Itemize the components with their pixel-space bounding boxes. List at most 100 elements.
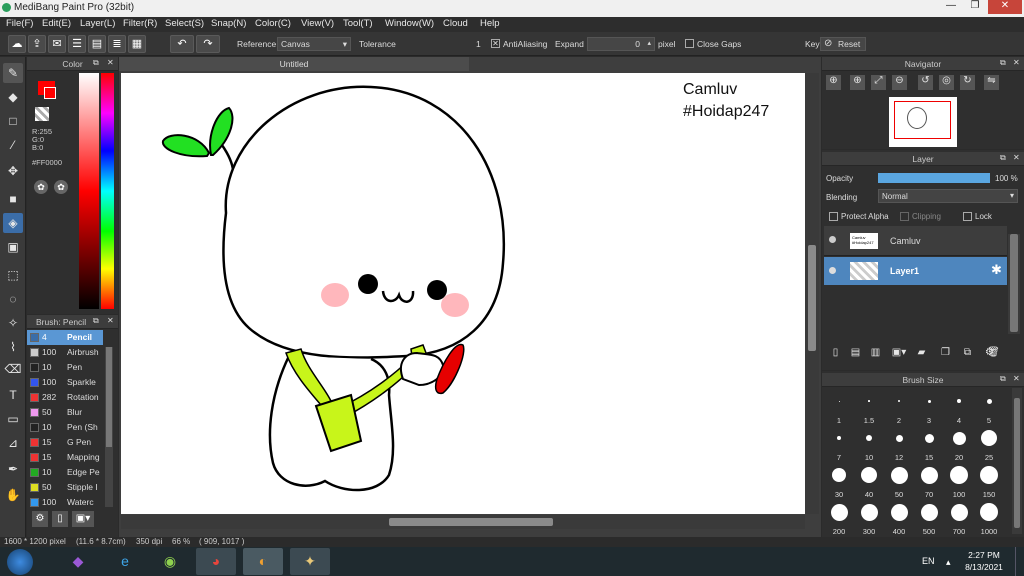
brush-size-option[interactable]: 50 [884, 461, 914, 499]
document-tab[interactable]: Untitled [119, 57, 469, 71]
brush-size-option[interactable]: 40 [854, 461, 884, 499]
clock[interactable]: 2:27 PM 8/13/2021 [962, 550, 1006, 572]
comment-icon[interactable]: ✉ [48, 35, 66, 53]
brush-item[interactable]: 10 Pen (Sh [27, 420, 103, 435]
menu-snap[interactable]: Snap(N) [211, 18, 246, 29]
brush-item[interactable]: 50 Stipple I [27, 480, 103, 495]
rectangle-tool-icon[interactable]: □ [3, 111, 23, 131]
language-indicator[interactable]: EN [922, 556, 935, 566]
secondary-color-swatch[interactable] [44, 87, 56, 99]
divide-tool-icon[interactable]: ▭ [3, 409, 23, 429]
menu-window[interactable]: Window(W) [385, 18, 434, 29]
visibility-icon[interactable] [829, 267, 836, 274]
eraser-tool-icon[interactable]: ◆ [3, 87, 23, 107]
menu-layer[interactable]: Layer(L) [80, 18, 115, 29]
close-button[interactable]: ✕ [988, 0, 1022, 14]
new-layer-icon[interactable]: ▯ [828, 347, 843, 362]
menu-color[interactable]: Color(C) [255, 18, 291, 29]
drawing-canvas[interactable]: Camluv #Hoidap247 [121, 73, 805, 514]
menu-file[interactable]: File(F) [6, 18, 33, 29]
brush-list-scrollbar[interactable] [105, 347, 113, 507]
coccoc-browser-icon[interactable]: ◉ [150, 548, 190, 575]
brush-size-option[interactable]: 2 [884, 387, 914, 425]
brush-item[interactable]: 15 Mapping [27, 450, 103, 465]
duplicate-layer-icon[interactable]: ❐ [938, 347, 953, 362]
reference-select[interactable]: Canvas ▾ [277, 37, 351, 51]
visibility-icon[interactable] [829, 236, 836, 243]
brush-item[interactable]: 100 Sparkle [27, 375, 103, 390]
navigator-preview[interactable] [889, 97, 957, 147]
visual-studio-icon[interactable]: ◆ [58, 548, 98, 575]
eyedropper-tool-icon[interactable]: ⊿ [3, 433, 23, 453]
brush-size-option[interactable]: 1 [824, 387, 854, 425]
brush-item[interactable]: 282 Rotation [27, 390, 103, 405]
transparent-color-swatch[interactable] [35, 107, 49, 121]
select-pen-tool-icon[interactable]: ⌇ [3, 337, 23, 357]
brush-item[interactable]: 4 Pencil [27, 330, 103, 345]
brightness-bar[interactable] [79, 73, 99, 309]
new-halftone-layer-icon[interactable]: ▤ [848, 347, 863, 362]
brush-size-option[interactable]: 15 [914, 424, 944, 462]
folder-icon[interactable]: ▰ [914, 347, 929, 362]
menu-edit[interactable]: Edit(E) [42, 18, 71, 29]
reset-view-icon[interactable]: ◎ [939, 75, 954, 90]
clipping-checkbox[interactable] [900, 212, 909, 221]
brush-size-option[interactable]: 200 [824, 498, 854, 536]
start-button-icon[interactable] [7, 549, 33, 575]
brush-size-option[interactable]: 700 [944, 498, 974, 536]
palette-icon[interactable]: ✿ [34, 180, 48, 194]
close-panel-icon[interactable]: ✕ [1013, 374, 1020, 383]
brush-size-option[interactable]: 10 [854, 424, 884, 462]
menu-view[interactable]: View(V) [301, 18, 334, 29]
brush-item[interactable]: 10 Edge Pe [27, 465, 103, 480]
text-tool-icon[interactable]: T [3, 385, 23, 405]
fit-screen-icon[interactable]: ⤢ [871, 75, 886, 90]
stepper-icon[interactable]: ▴ [647, 39, 651, 47]
medibang-taskbar-icon[interactable]: ◐ [243, 548, 283, 575]
close-panel-icon[interactable]: ✕ [1013, 153, 1020, 162]
scrollbar-thumb[interactable] [1010, 234, 1018, 332]
maximize-button[interactable]: ❐ [964, 0, 986, 14]
cloud-icon[interactable]: ☁ [8, 35, 26, 53]
minimize-button[interactable]: — [940, 0, 962, 14]
layer-row-layer1[interactable]: Layer1 ✱ [824, 257, 1007, 285]
brush-size-option[interactable]: 1000 [974, 498, 1004, 536]
magic-wand-tool-icon[interactable]: ✧ [3, 313, 23, 333]
brush-item[interactable]: 100 Airbrush [27, 345, 103, 360]
zoom-plus-icon[interactable]: ⊕ [850, 75, 865, 90]
popout-icon[interactable]: ⧉ [1000, 58, 1006, 68]
antialiasing-checkbox[interactable]: ✕ [491, 39, 500, 48]
brush-size-option[interactable]: 4 [944, 387, 974, 425]
settings-list-icon[interactable]: ≣ [108, 35, 126, 53]
redo-icon[interactable]: ↷ [196, 35, 220, 53]
bucket-tool-icon[interactable]: ◈ [3, 213, 23, 233]
paint-icon[interactable]: ✦ [290, 548, 330, 575]
select-eraser-tool-icon[interactable]: ⌫ [3, 359, 23, 379]
layer-scrollbar[interactable] [1008, 234, 1020, 334]
add-brush-icon[interactable]: ▣▾ [72, 511, 94, 527]
brush-size-option[interactable]: 25 [974, 424, 1004, 462]
palette-settings-icon[interactable]: ✿ [54, 180, 68, 194]
chevron-up-icon[interactable]: ▴ [946, 557, 951, 568]
brush-size-option[interactable]: 70 [914, 461, 944, 499]
brush-size-option[interactable]: 7 [824, 424, 854, 462]
horizontal-scrollbar[interactable] [121, 515, 805, 529]
add-layer-menu-icon[interactable]: ▣▾ [888, 347, 910, 362]
vertical-scrollbar-thumb[interactable] [808, 245, 816, 351]
brush-size-option[interactable]: 100 [944, 461, 974, 499]
brush-size-option[interactable]: 150 [974, 461, 1004, 499]
brush-size-option[interactable]: 500 [914, 498, 944, 536]
brush-size-option[interactable]: 5 [974, 387, 1004, 425]
share-icon[interactable]: ⇪ [28, 35, 46, 53]
undo-icon[interactable]: ↶ [170, 35, 194, 53]
popout-icon[interactable]: ⧉ [93, 316, 99, 326]
grid-icon[interactable]: ▦ [128, 35, 146, 53]
brush-item[interactable]: 15 G Pen [27, 435, 103, 450]
popout-icon[interactable]: ⧉ [1000, 153, 1006, 163]
document-icon[interactable]: ▤ [88, 35, 106, 53]
protect-alpha-checkbox[interactable] [829, 212, 838, 221]
close-gaps-checkbox[interactable] [685, 39, 694, 48]
reset-button[interactable]: ⊘ Reset [820, 37, 866, 51]
close-panel-icon[interactable]: ✕ [107, 316, 114, 325]
brush-size-scrollbar[interactable] [1012, 388, 1022, 534]
